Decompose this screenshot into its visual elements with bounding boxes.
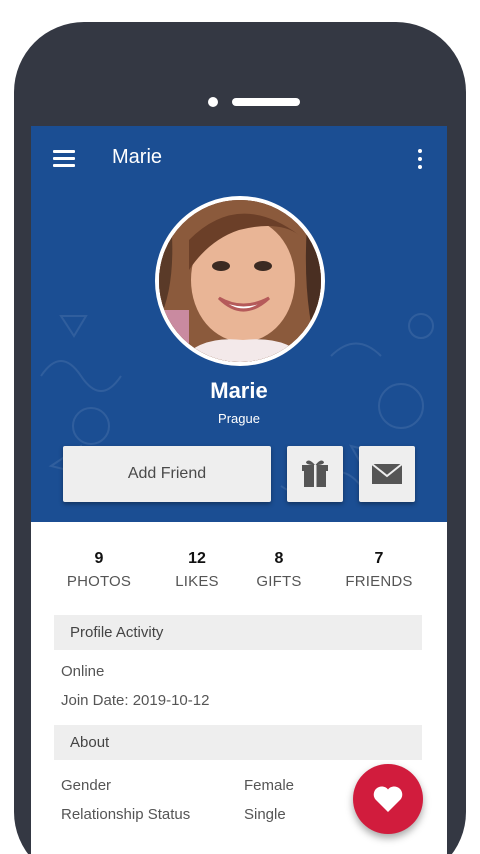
online-status: Online [61, 663, 105, 680]
stat-gifts[interactable]: 8 GIFTS [239, 550, 319, 590]
profile-photo [159, 200, 321, 362]
appbar-title: Marie [112, 146, 163, 168]
hamburger-menu-icon[interactable] [53, 150, 75, 168]
like-fab-button[interactable] [353, 764, 423, 834]
join-date: Join Date: 2019-10-12 [61, 692, 210, 709]
about-label-relationship: Relationship Status [61, 806, 191, 823]
envelope-icon [371, 463, 403, 484]
heart-icon [373, 786, 403, 812]
avatar[interactable] [155, 196, 325, 366]
stat-likes[interactable]: 12 LIKES [157, 550, 237, 590]
stat-value: 8 [274, 550, 284, 567]
speaker-grille [232, 98, 300, 106]
app-screen: Marie Marie Prague Add Friend 9 PHOTOS 1… [31, 126, 447, 854]
about-value-relationship: Single [244, 806, 286, 823]
profile-location: Prague [218, 411, 260, 426]
gift-icon [302, 460, 328, 487]
stat-label: LIKES [175, 573, 219, 590]
add-friend-label: Add Friend [127, 465, 207, 482]
profile-name: Marie [210, 378, 268, 403]
more-vert-icon[interactable] [413, 148, 427, 170]
stat-label: FRIENDS [345, 573, 413, 590]
profile-activity-header: Profile Activity [54, 615, 422, 650]
send-message-button[interactable] [359, 446, 415, 502]
camera-dot [208, 97, 218, 107]
stat-label: GIFTS [256, 573, 302, 590]
about-label-gender: Gender [61, 777, 112, 794]
section-title: Profile Activity [70, 624, 164, 641]
stat-value: 12 [188, 550, 206, 567]
send-gift-button[interactable] [287, 446, 343, 502]
about-value-gender: Female [244, 777, 295, 794]
profile-header: Marie Marie Prague Add Friend [31, 126, 447, 522]
about-header: About [54, 725, 422, 760]
add-friend-button[interactable]: Add Friend [63, 446, 271, 502]
stat-friends[interactable]: 7 FRIENDS [329, 550, 429, 590]
section-title: About [70, 734, 110, 751]
stat-photos[interactable]: 9 PHOTOS [41, 550, 157, 590]
stat-label: PHOTOS [66, 573, 132, 590]
stat-value: 9 [94, 550, 104, 567]
stat-value: 7 [374, 550, 384, 567]
